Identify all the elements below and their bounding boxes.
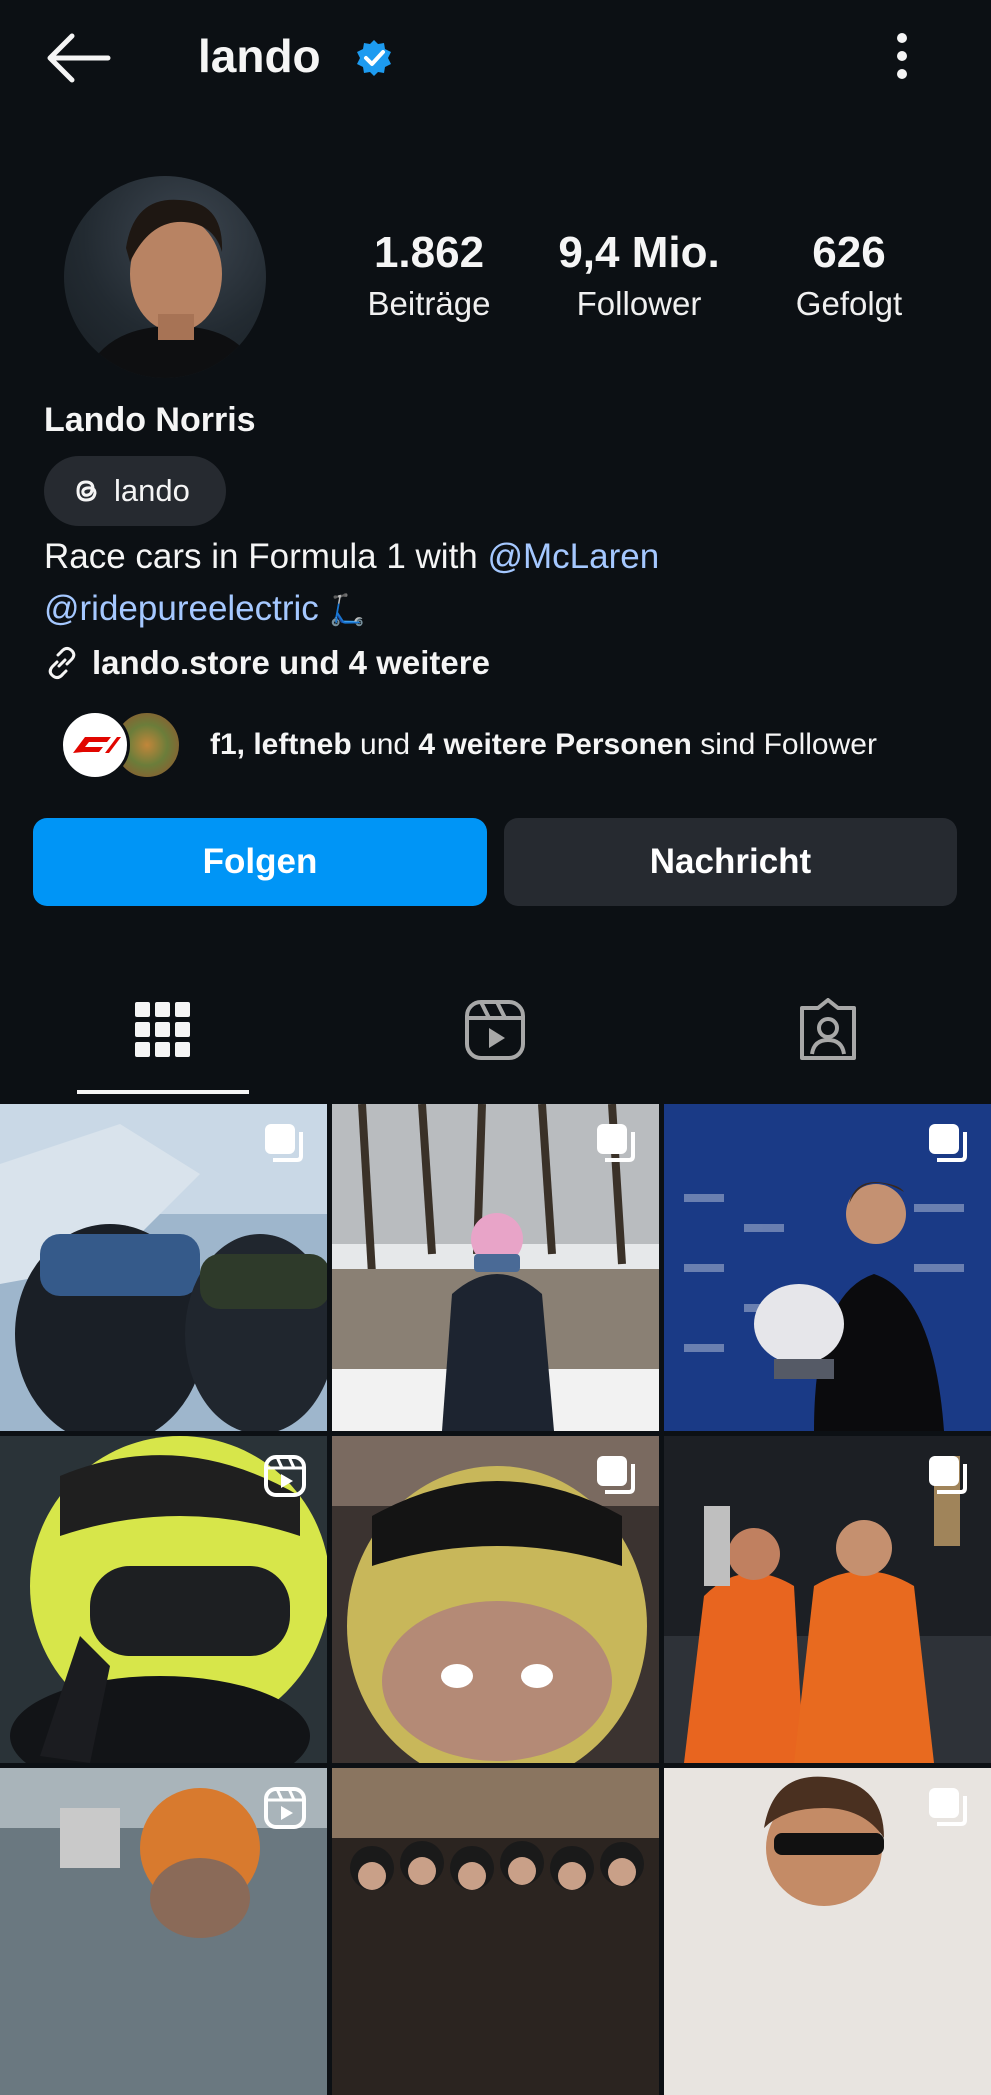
carousel-icon xyxy=(263,1122,307,1171)
followed-by-users: f1, leftneb xyxy=(210,728,352,761)
follow-button[interactable]: Folgen xyxy=(33,818,487,906)
post-thumbnail-6[interactable] xyxy=(664,1436,991,1763)
post-thumbnail-9[interactable] xyxy=(664,1768,991,2095)
carousel-icon xyxy=(595,1454,639,1503)
carousel-icon xyxy=(927,1786,971,1835)
threads-profile-chip[interactable]: lando xyxy=(44,456,226,526)
reels-icon xyxy=(465,1000,525,1060)
bio-line-1: Race cars in Formula 1 with @McLaren xyxy=(44,534,659,580)
threads-icon xyxy=(76,480,97,502)
followed-by-connector: und xyxy=(351,728,419,761)
reel-icon xyxy=(263,1454,307,1503)
mention-ridepureelectric-link[interactable]: @ridepureelectric xyxy=(44,589,319,628)
followed-by-row[interactable]: f1, leftneb und 4 weitere Personen sind … xyxy=(60,708,877,782)
tab-tagged[interactable] xyxy=(768,990,888,1070)
post-thumbnail-1[interactable] xyxy=(0,1104,327,1431)
profile-links-text: lando.store und 4 weitere xyxy=(92,644,490,681)
arrow-left-icon xyxy=(47,33,111,83)
link-icon xyxy=(48,646,76,680)
tab-selected-indicator xyxy=(77,1090,249,1094)
carousel-icon xyxy=(595,1122,639,1171)
post-thumbnail-3[interactable] xyxy=(664,1104,991,1431)
stat-posts[interactable]: 1.862 Beiträge xyxy=(344,226,514,328)
profile-links-button[interactable]: lando.store und 4 weitere xyxy=(44,640,490,686)
post-thumbnail-8[interactable] xyxy=(332,1768,659,2095)
profile-full-name: Lando Norris xyxy=(44,401,256,439)
reel-icon xyxy=(263,1786,307,1835)
verified-badge-icon xyxy=(354,38,394,78)
stat-followers-value: 9,4 Mio. xyxy=(558,228,720,277)
stat-posts-label: Beiträge xyxy=(367,285,491,322)
threads-chip-label: lando xyxy=(114,473,190,508)
message-button[interactable]: Nachricht xyxy=(504,818,957,906)
follower-avatar-f1 xyxy=(60,710,130,780)
stat-following-label: Gefolgt xyxy=(795,285,903,322)
stat-following-value: 626 xyxy=(812,228,886,277)
back-button[interactable] xyxy=(40,28,116,88)
stat-following[interactable]: 626 Gefolgt xyxy=(764,226,934,328)
followed-by-count: 4 weitere Personen xyxy=(418,728,692,761)
bio-line-2: @ridepureelectric 🛴 xyxy=(44,586,366,634)
carousel-icon xyxy=(927,1454,971,1503)
tagged-icon xyxy=(800,998,856,1060)
stat-posts-value: 1.862 xyxy=(373,228,485,277)
profile-username-title: lando xyxy=(198,30,321,82)
post-thumbnail-2[interactable] xyxy=(332,1104,659,1431)
followed-by-text: f1, leftneb und 4 weitere Personen sind … xyxy=(210,725,877,765)
carousel-icon xyxy=(927,1122,971,1171)
tab-posts-grid[interactable] xyxy=(103,990,223,1070)
post-thumbnail-5[interactable] xyxy=(332,1436,659,1763)
tab-reels[interactable] xyxy=(435,990,555,1070)
profile-avatar[interactable] xyxy=(64,176,266,378)
bio-text: Race cars in Formula 1 with xyxy=(44,537,488,576)
post-thumbnail-7[interactable] xyxy=(0,1768,327,2095)
grid-icon xyxy=(135,1002,190,1057)
post-thumbnail-4[interactable] xyxy=(0,1436,327,1763)
more-options-button[interactable] xyxy=(880,28,924,84)
scooter-emoji: 🛴 xyxy=(328,594,366,627)
more-vertical-icon xyxy=(897,33,907,79)
followed-by-suffix: sind Follower xyxy=(691,728,877,761)
stat-followers-label: Follower xyxy=(576,285,702,322)
stat-followers[interactable]: 9,4 Mio. Follower xyxy=(554,226,724,328)
mention-mclaren-link[interactable]: @McLaren xyxy=(487,537,659,576)
